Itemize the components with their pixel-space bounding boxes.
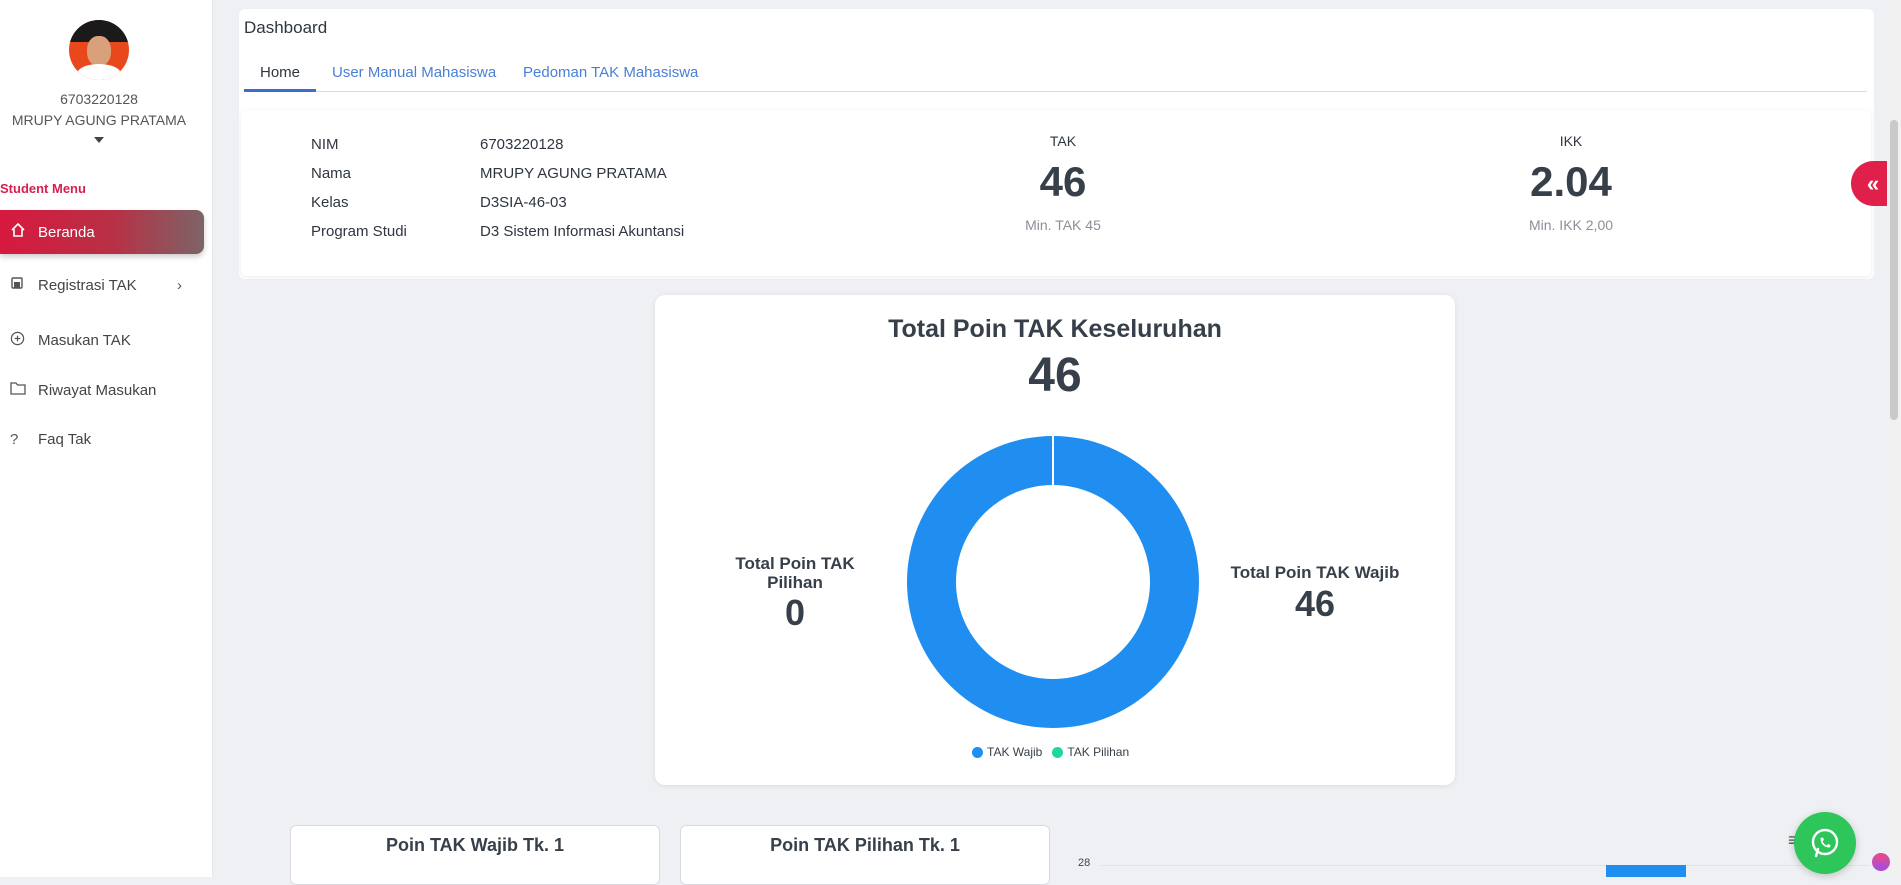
value-nim: 6703220128 (480, 136, 564, 153)
register-icon (0, 276, 38, 294)
legend-label-pilihan: TAK Pilihan (1067, 745, 1130, 759)
page-title: Dashboard (244, 18, 328, 37)
value-kelas: D3SIA-46-03 (480, 194, 567, 211)
wajib-label: Total Poin TAK Wajib (1230, 563, 1400, 582)
pilihan-label: Total Poin TAK Pilihan (735, 554, 855, 592)
tab-pedoman-tak[interactable]: Pedoman TAK Mahasiswa (523, 64, 698, 81)
sidebar-item-label: Registrasi TAK (38, 276, 137, 294)
avatar[interactable] (69, 20, 129, 80)
legend-dot-pilihan (1052, 746, 1064, 758)
sidebar-item-beranda[interactable]: Beranda (0, 210, 204, 254)
sidebar-item-masukan-tak[interactable]: Masukan TAK (0, 318, 204, 362)
tab-user-manual[interactable]: User Manual Mahasiswa (332, 64, 496, 81)
tak-label: TAK (1049, 133, 1077, 149)
label-nama: Nama (311, 165, 352, 182)
legend-item-pilihan[interactable]: TAK Pilihan (1052, 745, 1129, 759)
chevron-down-icon[interactable] (94, 137, 104, 143)
brain-icon[interactable] (1872, 853, 1890, 871)
sidebar-item-riwayat-masukan[interactable]: Riwayat Masukan (0, 368, 204, 412)
tab-bar: Home User Manual Mahasiswa Pedoman TAK M… (244, 60, 1867, 92)
wajib-tk1-title: Poin TAK Wajib Tk. 1 (385, 835, 564, 855)
tak-min: Min. TAK 45 (1025, 217, 1101, 233)
tab-home[interactable]: Home (260, 64, 300, 81)
legend-label-wajib: TAK Wajib (987, 745, 1043, 759)
chart-total: 46 (1028, 349, 1082, 402)
donut-chart[interactable] (905, 434, 1201, 730)
bar-chart-tick-label: 28 (1078, 857, 1091, 869)
value-program-studi: D3 Sistem Informasi Akuntansi (480, 223, 685, 240)
sidebar: 6703220128 MRUPY AGUNG PRATAMA Student M… (0, 0, 213, 877)
chart-legend: TAK Wajib TAK Pilihan (972, 745, 1129, 759)
bar-chart-gridline (1100, 865, 1870, 866)
tak-value: 46 (1039, 158, 1087, 205)
wajib-value: 46 (1294, 583, 1336, 624)
bar-chart-bar[interactable] (1606, 865, 1686, 877)
ikk-min: Min. IKK 2,00 (1528, 217, 1614, 233)
label-program-studi: Program Studi (311, 223, 407, 240)
user-name: MRUPY AGUNG PRATAMA (11, 112, 187, 128)
whatsapp-button[interactable] (1794, 812, 1856, 874)
folder-icon (0, 381, 38, 399)
ikk-label: IKK (1559, 133, 1583, 149)
active-tab-indicator (244, 89, 316, 92)
ikk-value: 2.04 (1530, 158, 1612, 205)
sidebar-item-label: Beranda (38, 223, 95, 241)
menu-title: Student Menu (0, 181, 86, 196)
plus-circle-icon (0, 331, 38, 350)
legend-item-wajib[interactable]: TAK Wajib (972, 745, 1042, 759)
pilihan-value: 0 (784, 592, 806, 633)
label-nim: NIM (311, 136, 339, 153)
whatsapp-icon (1811, 828, 1839, 858)
sidebar-item-label: Masukan TAK (38, 331, 131, 349)
chart-title: Total Poin TAK Keseluruhan (888, 315, 1222, 343)
sidebar-item-label: Faq Tak (38, 430, 92, 448)
pilihan-tk1-title: Poin TAK Pilihan Tk. 1 (770, 835, 960, 855)
sidebar-item-label: Riwayat Masukan (38, 381, 157, 399)
label-kelas: Kelas (311, 194, 349, 211)
value-nama: MRUPY AGUNG PRATAMA (480, 165, 667, 182)
sidebar-item-faq-tak[interactable]: ? Faq Tak (0, 417, 204, 461)
chevron-right-icon: › (177, 276, 182, 294)
scrollbar-thumb[interactable] (1890, 120, 1898, 420)
legend-dot-wajib (972, 746, 983, 758)
home-icon (0, 222, 38, 242)
sidebar-item-registrasi-tak[interactable]: Registrasi TAK › (0, 263, 204, 307)
user-nim: 6703220128 (60, 91, 138, 107)
question-icon: ? (10, 430, 19, 448)
